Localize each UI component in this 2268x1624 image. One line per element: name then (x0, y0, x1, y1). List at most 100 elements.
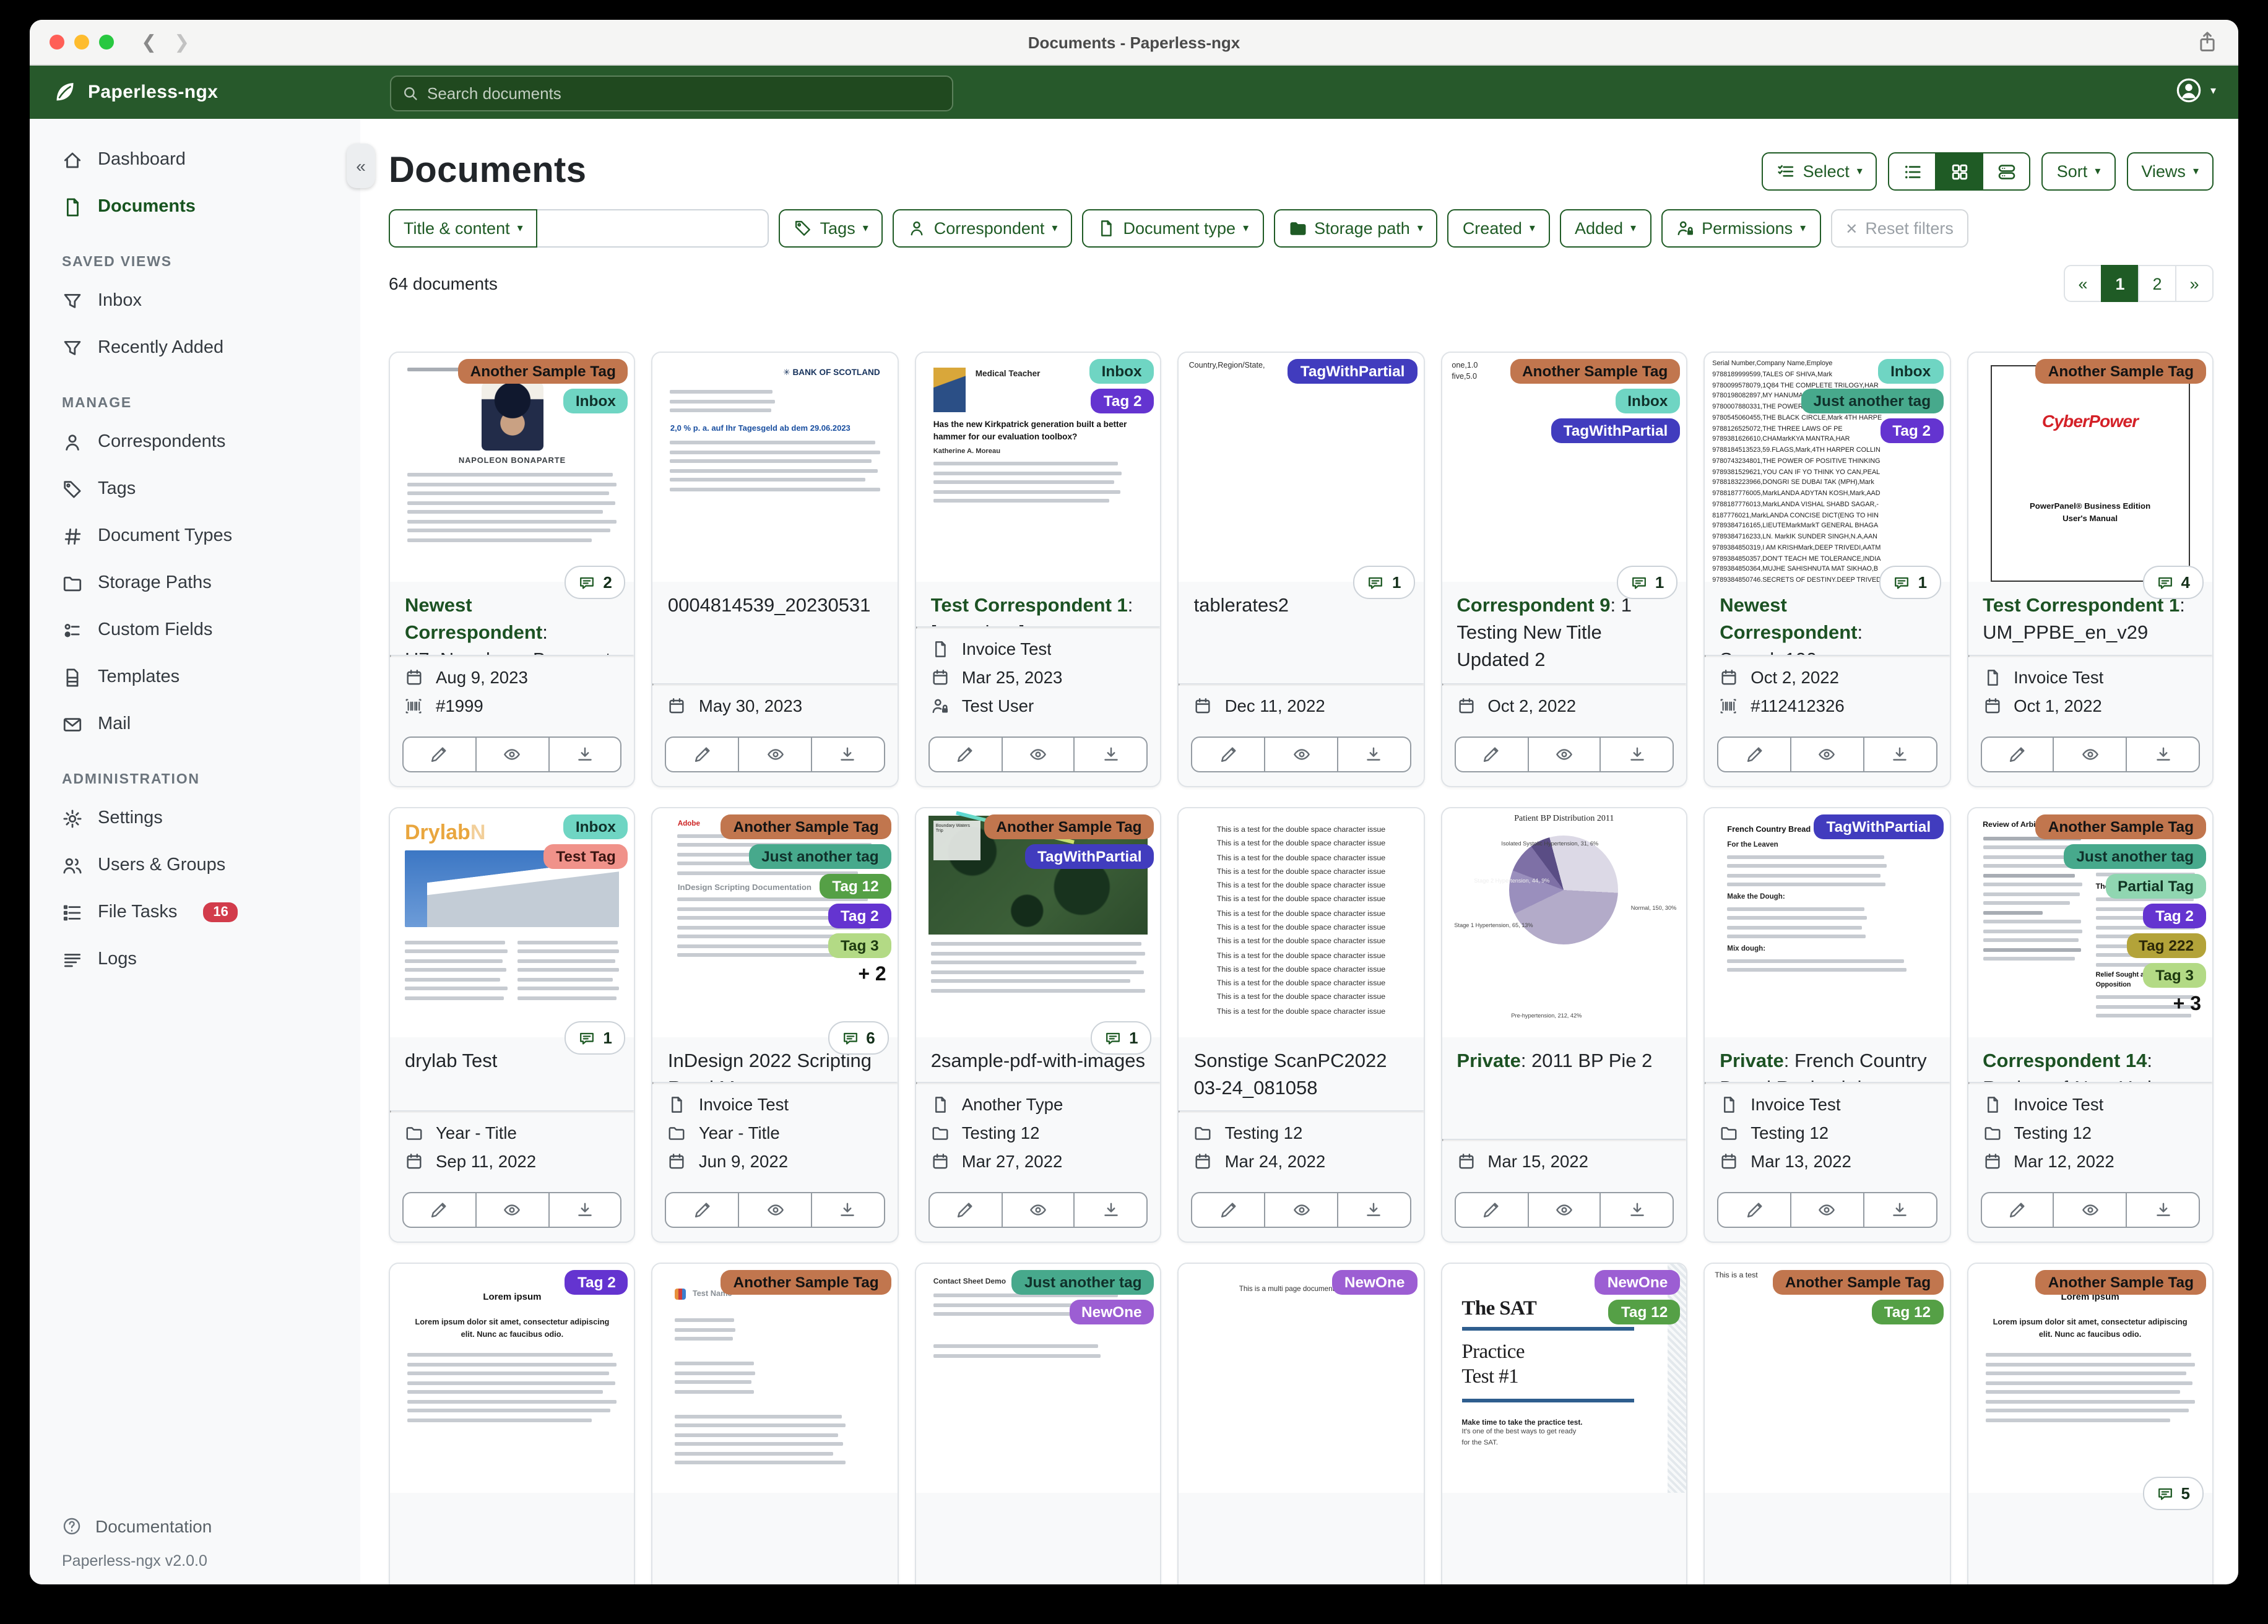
sidebar-item-documents[interactable]: Documents (30, 183, 360, 230)
sidebar-item-recently-added[interactable]: Recently Added (30, 324, 360, 371)
download-document-button[interactable] (1599, 1192, 1674, 1228)
comment-count-pill[interactable]: 4 (2142, 566, 2204, 599)
document-thumbnail[interactable]: Serial Number,Company Name,Employe 978818… (1705, 353, 1950, 582)
view-document-button[interactable] (2053, 736, 2127, 772)
sidebar-item-users-groups[interactable]: Users & Groups (30, 842, 360, 889)
edit-document-button[interactable] (1980, 736, 2054, 772)
document-card[interactable]: ✳ BANK OF SCOTLAND 2,0 % p. a. auf Ihr T… (651, 352, 899, 787)
document-correspondent[interactable]: Test Correspondent 1 (931, 595, 1128, 616)
document-title-block[interactable]: Sonstige ScanPC2022 03-24_081058 (1179, 1037, 1424, 1110)
edit-document-button[interactable] (402, 1192, 477, 1228)
tag-badge[interactable]: Tag 12 (1871, 1300, 1944, 1324)
document-title-block[interactable]: Private: French Country Bread Revised.do… (1705, 1037, 1949, 1082)
download-document-button[interactable] (1336, 736, 1411, 772)
comment-count-pill[interactable]: 1 (565, 1021, 626, 1055)
tag-badge[interactable]: Just another tag (1801, 389, 1944, 413)
tag-badge[interactable]: Another Sample Tag (721, 814, 891, 839)
view-document-button[interactable] (738, 1192, 813, 1228)
document-title-block[interactable] (916, 1493, 1161, 1584)
view-document-button[interactable] (475, 1192, 550, 1228)
download-document-button[interactable] (1863, 736, 1937, 772)
document-thumbnail[interactable]: Patient BP Distribution 2011 Isolated Sy… (1442, 808, 1687, 1037)
document-card[interactable]: Review of Arbitral Awards The ResultsRel… (1967, 807, 2214, 1243)
edit-document-button[interactable] (928, 1192, 1003, 1228)
document-card[interactable]: DrylabN Inbox Test Tag 1 drylab Test Year -… (389, 807, 636, 1243)
sidebar-item-inbox[interactable]: Inbox (30, 277, 360, 324)
view-document-button[interactable] (475, 736, 550, 772)
edit-document-button[interactable] (402, 736, 477, 772)
view-document-button[interactable] (1264, 1192, 1338, 1228)
document-correspondent[interactable]: Correspondent 14 (1983, 1051, 2147, 1072)
tag-badge[interactable]: Tag 222 (2126, 933, 2206, 958)
document-thumbnail[interactable]: Review of Arbitral Awards The ResultsRel… (1968, 808, 2212, 1037)
pagination-page-2[interactable]: 2 (2138, 265, 2176, 302)
view-document-button[interactable] (1790, 1192, 1864, 1228)
document-thumbnail[interactable]: one,1.0 five,5.0 Another Sample Tag Inbox T… (1442, 353, 1687, 582)
view-document-button[interactable] (1001, 736, 1075, 772)
tag-badge[interactable]: Tag 2 (1880, 418, 1944, 443)
tag-badge[interactable]: Another Sample Tag (2035, 1270, 2206, 1295)
view-document-button[interactable] (1790, 736, 1864, 772)
view-document-button[interactable] (1527, 1192, 1601, 1228)
document-card[interactable]: Boundary Waters Trip Another Sample Tag T… (914, 807, 1162, 1243)
tag-badge[interactable]: Tag 2 (2143, 904, 2206, 928)
edit-document-button[interactable] (1191, 736, 1266, 772)
sort-button[interactable]: Sort ▾ (2041, 152, 2116, 191)
document-correspondent[interactable]: Newest Correspondent (405, 595, 542, 644)
view-document-button[interactable] (738, 736, 813, 772)
download-document-button[interactable] (2126, 1192, 2200, 1228)
view-grid-button[interactable] (1935, 152, 1984, 191)
download-document-button[interactable] (811, 736, 885, 772)
sidebar-item-file-tasks[interactable]: File Tasks 16 (30, 889, 360, 936)
document-correspondent[interactable]: Private (1456, 1051, 1520, 1072)
pagination-next-button[interactable]: » (2175, 265, 2214, 302)
comment-count-pill[interactable]: 6 (828, 1021, 889, 1055)
tag-badge[interactable]: TagWithPartial (1551, 418, 1681, 443)
document-thumbnail[interactable]: ✳ BANK OF SCOTLAND 2,0 % p. a. auf Ihr T… (652, 353, 898, 582)
document-thumbnail[interactable]: CyberPower PowerPanel® Business Edition Us… (1968, 353, 2212, 582)
sidebar-collapse-button[interactable]: « (347, 144, 375, 188)
tag-badge[interactable]: Another Sample Tag (721, 1270, 891, 1295)
document-card[interactable]: CyberPower PowerPanel® Business Edition Us… (1967, 352, 2214, 787)
document-thumbnail[interactable]: Contact Sheet Demo Just another tag NewOn… (915, 1264, 1161, 1493)
download-document-button[interactable] (811, 1192, 885, 1228)
tag-badge[interactable]: Inbox (563, 389, 628, 413)
comment-count-pill[interactable]: 1 (1879, 566, 1941, 599)
view-detail-button[interactable] (1982, 152, 2031, 191)
sidebar-item-templates[interactable]: Templates (30, 654, 360, 701)
tag-badge[interactable]: Test Tag (543, 844, 628, 869)
tag-badge[interactable]: NewOne (1595, 1270, 1681, 1295)
tag-badge[interactable]: Tag 2 (828, 904, 891, 928)
document-card[interactable]: Patient BP Distribution 2011 Isolated Sy… (1440, 807, 1688, 1243)
tag-badge[interactable]: TagWithPartial (1024, 844, 1154, 869)
edit-document-button[interactable] (1454, 736, 1529, 772)
document-correspondent[interactable]: Correspondent 9 (1456, 595, 1610, 616)
document-title-block[interactable] (390, 1493, 634, 1584)
document-thumbnail[interactable]: This is a test for the double space char… (1179, 808, 1424, 1037)
document-card[interactable]: Adobe InDesign Scripting Documentation A… (651, 807, 899, 1243)
download-document-button[interactable] (1073, 1192, 1148, 1228)
document-title-block[interactable]: Private: 2011 BP Pie 2 (1442, 1037, 1686, 1139)
document-thumbnail[interactable]: Lorem ipsum Lorem ipsum dolor sit amet, c… (390, 1264, 634, 1493)
download-document-button[interactable] (1336, 1192, 1411, 1228)
filter-button-permissions[interactable]: Permissions ▾ (1661, 209, 1821, 248)
comment-count-pill[interactable]: 1 (1353, 566, 1415, 599)
document-card[interactable]: Lorem ipsum Lorem ipsum dolor sit amet, c… (1967, 1263, 2214, 1584)
view-document-button[interactable] (1001, 1192, 1075, 1228)
document-card[interactable]: This is a multi page document. Page 1. N… (1177, 1263, 1425, 1584)
document-card[interactable]: Test Name Another Sample Tag (651, 1263, 899, 1584)
edit-document-button[interactable] (665, 1192, 740, 1228)
sidebar-item-tags[interactable]: Tags (30, 465, 360, 512)
download-document-button[interactable] (2126, 736, 2200, 772)
tag-badge[interactable]: Another Sample Tag (2035, 359, 2206, 384)
document-card[interactable]: This is a test for the double space char… (1177, 807, 1425, 1243)
tag-badge[interactable]: Another Sample Tag (1772, 1270, 1944, 1295)
sidebar-item-settings[interactable]: Settings (30, 795, 360, 842)
document-card[interactable]: French Country Bread For the Leaven Make … (1703, 807, 1951, 1243)
view-document-button[interactable] (1527, 736, 1601, 772)
document-thumbnail[interactable]: DrylabN Inbox Test Tag (390, 808, 634, 1037)
tag-badge[interactable]: TagWithPartial (1814, 814, 1944, 839)
document-thumbnail[interactable]: Country,Region/State, TagWithPartial (1179, 353, 1424, 582)
document-card[interactable]: Serial Number,Company Name,Employe 978818… (1703, 352, 1951, 787)
document-title-block[interactable] (1705, 1493, 1949, 1584)
